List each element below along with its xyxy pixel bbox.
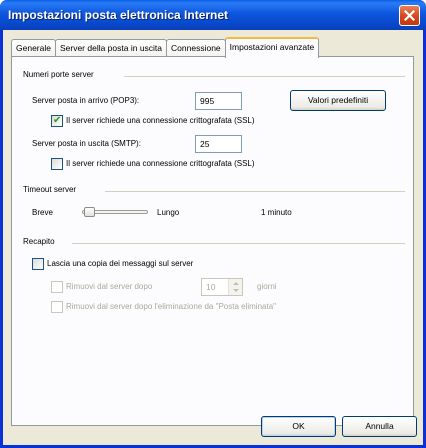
delivery-section-heading: Recapito — [23, 237, 55, 246]
close-button[interactable] — [399, 5, 420, 26]
check-icon: ✔ — [53, 115, 62, 126]
incoming-port-input[interactable]: 995 — [195, 92, 242, 110]
timeout-section-divider — [105, 191, 405, 192]
tab-outgoing-server[interactable]: Server della posta in uscita — [54, 39, 168, 57]
outgoing-ssl-checkbox[interactable] — [51, 158, 63, 170]
title-bar[interactable]: Impostazioni posta elettronica Internet — [0, 0, 426, 30]
timeout-short-label: Breve — [32, 208, 53, 217]
incoming-ssl-label: Il server richiede una connessione critt… — [66, 116, 255, 125]
delivery-section-divider — [72, 243, 405, 244]
timeout-long-label: Lungo — [157, 208, 180, 217]
timeout-slider-thumb[interactable] — [84, 207, 95, 217]
tab-generale[interactable]: Generale — [11, 39, 56, 57]
ok-button[interactable]: OK — [261, 416, 336, 437]
window-title: Impostazioni posta elettronica Internet — [8, 8, 229, 22]
default-values-button[interactable]: Valori predefiniti — [290, 90, 386, 111]
tab-connection[interactable]: Connessione — [166, 39, 226, 57]
remove-after-label: Rimuovi dal server dopo — [66, 282, 153, 291]
dialog-window: Impostazioni posta elettronica Internet … — [0, 0, 426, 448]
tab-strip: Generale Server della posta in uscita Co… — [11, 37, 320, 58]
outgoing-ssl-label: Il server richiede una connessione critt… — [66, 159, 255, 168]
ports-section-heading: Numeri porte server — [23, 70, 94, 79]
timeout-section-heading: Timeout server — [23, 185, 77, 194]
tab-advanced-settings[interactable]: Impostazioni avanzate — [224, 37, 320, 58]
outgoing-port-label: Server posta in uscita (SMTP): — [32, 139, 141, 148]
cancel-button[interactable]: Annulla — [342, 416, 417, 437]
leave-copy-label: Lascia una copia dei messaggi sul server — [47, 259, 194, 268]
days-spinner[interactable] — [228, 279, 242, 295]
days-unit-label: giorni — [257, 282, 277, 291]
spin-down-icon — [233, 289, 239, 292]
close-icon — [404, 10, 415, 21]
dialog-client-area: Generale Server della posta in uscita Co… — [3, 30, 423, 445]
remove-deleted-checkbox[interactable] — [51, 301, 63, 313]
remove-after-days-input[interactable]: 10 — [201, 278, 243, 296]
incoming-ssl-checkbox[interactable]: ✔ — [51, 115, 63, 127]
remove-after-checkbox[interactable] — [51, 281, 63, 293]
ports-section-divider — [124, 76, 405, 77]
incoming-port-label: Server posta in arrivo (POP3): — [32, 96, 140, 105]
tab-panel-advanced: Numeri porte server Server posta in arri… — [11, 56, 414, 426]
outgoing-port-input[interactable]: 25 — [195, 135, 242, 153]
leave-copy-checkbox[interactable] — [32, 258, 44, 270]
timeout-value-text: 1 minuto — [261, 208, 292, 217]
spin-up-icon — [233, 282, 239, 285]
remove-after-days-value: 10 — [206, 282, 216, 292]
remove-deleted-label: Rimuovi dal server dopo l'eliminazione d… — [66, 302, 276, 311]
